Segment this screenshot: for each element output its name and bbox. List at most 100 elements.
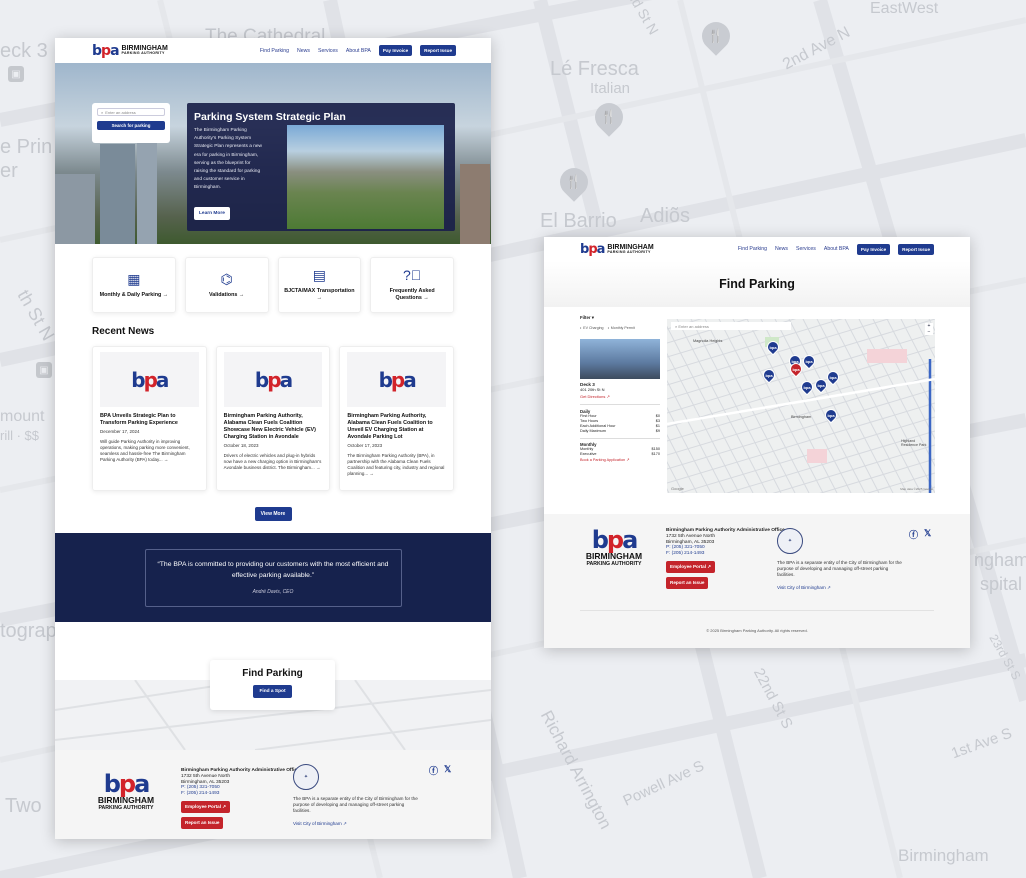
bg-label: Lé Fresca xyxy=(550,58,639,80)
nav-news[interactable]: News xyxy=(775,246,788,252)
footer-logo: bpa BIRMINGHAM PARKING AUTHORITY xyxy=(585,526,643,567)
tile-validations[interactable]: ⌬ Validations → xyxy=(184,257,269,313)
daily-rates: First Hour $0 Two Hours $3 Each Additional H… xyxy=(580,414,660,434)
hero-card: Parking System Strategic Plan The Birmin… xyxy=(187,103,455,231)
report-an-issue-button[interactable]: Report an Issue xyxy=(666,576,709,589)
report-an-issue-button[interactable]: Report an Issue xyxy=(181,816,224,829)
nav-services[interactable]: Services xyxy=(796,246,816,252)
bg-label: eck 3 xyxy=(0,40,48,62)
news-date: October 18, 2023 xyxy=(223,443,259,448)
bg-label: er xyxy=(0,160,18,182)
city-seal-icon: ✦ xyxy=(293,764,319,790)
news-card[interactable]: bpa BPA Unveils Strategic Plan to Transf… xyxy=(92,346,207,491)
zoom-controls[interactable]: + − xyxy=(925,323,933,335)
results-sidebar: Filter ▾ ◐ EV Charging ◐ Monthly Permit … xyxy=(580,315,660,487)
parking-map[interactable]: ⌕ Enter an address + − Magnolia Heights H… xyxy=(667,319,935,493)
bpa-logo-image: bpa xyxy=(100,352,199,407)
employee-portal-button[interactable]: Employee Portal ↗ xyxy=(181,800,231,813)
address-search-input[interactable]: ⌕ Enter an address xyxy=(97,108,165,116)
bg-label: rill · $$ xyxy=(0,428,40,443)
x-icon[interactable]: 𝕏 xyxy=(924,528,931,541)
filter-dropdown[interactable]: Filter ▾ xyxy=(580,315,660,321)
bg-label: Adiõs xyxy=(640,205,691,227)
bg-label: spital - xyxy=(980,574,1026,594)
bus-stop-icon: ▣ xyxy=(36,362,52,378)
report-issue-button[interactable]: Report Issue xyxy=(898,243,934,255)
restaurant-pin-icon: 🍴 xyxy=(696,16,736,56)
bg-label: e Prin xyxy=(0,136,53,158)
news-excerpt: Drivers of electric vehicles and plug-in… xyxy=(223,453,322,470)
tile-faq[interactable]: ?⃝ Frequently Asked Questions → xyxy=(370,257,454,313)
view-more-button[interactable]: View More xyxy=(254,507,292,521)
ev-charging-toggle[interactable]: ◐ EV Charging xyxy=(580,326,604,330)
footer: bpa BIRMINGHAM PARKING AUTHORITY Birming… xyxy=(544,514,970,648)
garage-photo xyxy=(580,339,660,379)
find-parking-title: Find Parking xyxy=(242,668,303,679)
facebook-icon[interactable]: ⓕ xyxy=(429,764,438,777)
bg-label: Italian xyxy=(590,80,631,97)
bpa-logo-image: bpa xyxy=(347,352,447,407)
search-parking-button[interactable]: Search for parking xyxy=(97,121,165,130)
news-card[interactable]: bpa Birmingham Parking Authority, Alabam… xyxy=(215,346,331,491)
tile-transportation[interactable]: ▤ BJCTA/MAX Transportation → xyxy=(277,257,362,313)
report-issue-button[interactable]: Report Issue xyxy=(420,45,456,56)
news-date: December 17, 2024 xyxy=(100,429,140,434)
parking-application-link[interactable]: Book a Parking Application ↗ xyxy=(580,457,660,462)
search-icon: ⌕ xyxy=(675,324,678,329)
city-info: The BPA is a separate entity of the City… xyxy=(777,560,902,591)
copyright: © 2025 Birmingham Parking Authority. All… xyxy=(706,628,808,633)
learn-more-button[interactable]: Learn More xyxy=(194,207,230,220)
bpa-logo-image: bpa xyxy=(223,352,323,407)
find-parking-screenshot: bpa BIRMINGHAM PARKING AUTHORITY Find Par… xyxy=(544,237,970,648)
bg-label: ngham xyxy=(974,550,1026,570)
visit-city-link[interactable]: Visit City of Birmingham ↗ xyxy=(777,585,902,591)
hero-title: Parking System Strategic Plan xyxy=(194,111,346,123)
monthly-permit-toggle[interactable]: ◐ Monthly Permit xyxy=(608,326,635,330)
garage-address: 401 20th St N xyxy=(580,387,605,392)
bpa-logo[interactable]: bpa BIRMINGHAM PARKING AUTHORITY xyxy=(92,43,168,59)
chevron-down-icon: ▾ xyxy=(591,315,594,320)
bg-label: mount xyxy=(0,408,45,425)
homepage-screenshot: bpa BIRMINGHAM PARKING AUTHORITY Find Par… xyxy=(55,38,491,839)
nav-about[interactable]: About BPA xyxy=(824,246,849,252)
question-icon: ?⃝ xyxy=(402,267,422,283)
news-excerpt: Will guide Parking Authority in improvin… xyxy=(100,439,190,462)
city-info: The BPA is a separate entity of the City… xyxy=(293,796,418,827)
news-title: Birmingham Parking Authority, Alabama Cl… xyxy=(223,413,316,440)
hero-section: ⌕ Enter an address Search for parking Par… xyxy=(55,63,491,244)
quote-box: “The BPA is committed to providing our c… xyxy=(144,548,402,607)
visit-city-link[interactable]: Visit City of Birmingham ↗ xyxy=(293,821,418,827)
news-title: Birmingham Parking Authority, Alabama Cl… xyxy=(347,413,433,440)
facebook-icon[interactable]: ⓕ xyxy=(909,528,918,541)
search-icon: ⌕ xyxy=(101,109,104,115)
footer: bpa BIRMINGHAM PARKING AUTHORITY Birming… xyxy=(55,750,491,839)
nav-find-parking[interactable]: Find Parking xyxy=(738,246,767,252)
nav-find-parking[interactable]: Find Parking xyxy=(260,48,289,54)
bg-label: tograp xyxy=(0,620,57,642)
find-parking-card: Find Parking Find a Spot xyxy=(210,660,335,710)
pay-invoice-button[interactable]: Pay Invoice xyxy=(378,45,413,56)
news-card[interactable]: bpa Birmingham Parking Authority, Alabam… xyxy=(339,346,455,491)
nav-services[interactable]: Services xyxy=(318,48,338,54)
footer-logo: bpa BIRMINGHAM PARKING AUTHORITY xyxy=(97,770,155,811)
bg-label: Two xyxy=(5,795,42,817)
tile-monthly-daily-parking[interactable]: ▦ Monthly & Daily Parking → xyxy=(92,257,176,313)
employee-portal-button[interactable]: Employee Portal ↗ xyxy=(666,560,716,573)
nav-about[interactable]: About BPA xyxy=(346,48,371,54)
bus-stop-icon: ▣ xyxy=(8,66,24,82)
news-date: October 17, 2023 xyxy=(347,443,383,448)
nav-news[interactable]: News xyxy=(297,48,310,54)
find-a-spot-button[interactable]: Find a Spot xyxy=(253,685,292,698)
get-directions-link[interactable]: Get Directions ↗ xyxy=(580,394,660,399)
bpa-logo[interactable]: bpa BIRMINGHAM PARKING AUTHORITY xyxy=(580,242,654,257)
monthly-rates: Monthly $150 Executive $170 xyxy=(580,447,660,457)
map-search-input[interactable]: ⌕ Enter an address xyxy=(671,322,791,330)
rate-row: Daily Maximum $9 xyxy=(580,429,660,433)
quote-text: “The BPA is committed to providing our c… xyxy=(157,560,389,579)
zoom-out-button[interactable]: − xyxy=(925,329,933,335)
x-icon[interactable]: 𝕏 xyxy=(444,764,451,777)
pay-invoice-button[interactable]: Pay Invoice xyxy=(856,243,891,255)
parking-finder: Filter ▾ ◐ EV Charging ◐ Monthly Permit … xyxy=(544,307,970,511)
recent-news-heading: Recent News xyxy=(92,326,155,337)
restaurant-pin-icon: 🍴 xyxy=(589,97,629,137)
